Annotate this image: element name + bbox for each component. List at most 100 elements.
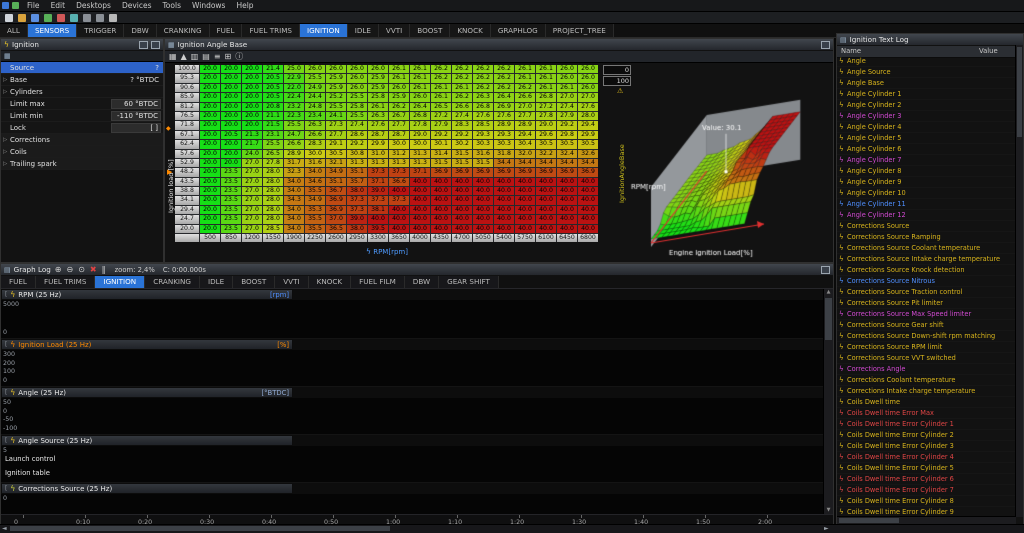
float-panel-button[interactable] (821, 41, 830, 49)
log-row-coils-dwell-time-error-cylinder-1[interactable]: ϟCoils Dwell time Error Cylinder 1 (837, 419, 1016, 430)
table-cell[interactable]: 30.3 (494, 140, 514, 148)
table-cell[interactable]: 23.2 (284, 103, 304, 111)
table-cell[interactable]: 27.2 (431, 112, 451, 120)
table-cell[interactable]: 29.1 (326, 140, 346, 148)
table-cell[interactable]: 22.0 (284, 84, 304, 92)
table-cell[interactable]: 40.0 (431, 178, 451, 186)
table-cell[interactable]: 26.0 (578, 74, 598, 82)
table-cell[interactable]: 26.2 (452, 93, 472, 101)
menu-help[interactable]: Help (231, 1, 258, 10)
table-cell[interactable]: 36.9 (431, 168, 451, 176)
table-cell[interactable]: 26.8 (536, 93, 556, 101)
table-cell[interactable]: 20.0 (200, 131, 220, 139)
table-cell[interactable]: 27.7 (326, 131, 346, 139)
param-row-base[interactable]: ▷Base? °BTDC (1, 74, 163, 86)
table-cell[interactable]: 28.0 (263, 215, 283, 223)
col-header-rpm[interactable]: 3300 (368, 234, 388, 242)
scroll-thumb[interactable] (839, 518, 899, 523)
expand-arrow-icon[interactable]: ▷ (3, 89, 10, 95)
table-cell[interactable]: 35.1 (326, 178, 346, 186)
table-cell[interactable]: 40.0 (578, 196, 598, 204)
log-row-corrections-source-nitrous[interactable]: ϟCorrections Source Nitrous (837, 276, 1016, 287)
table-cell[interactable]: 26.1 (389, 74, 409, 82)
table-cell[interactable]: 26.1 (536, 84, 556, 92)
col-header-rpm[interactable]: 3650 (389, 234, 409, 242)
table-cell[interactable]: 26.2 (431, 74, 451, 82)
info-icon[interactable]: ⓘ (235, 51, 243, 62)
param-value[interactable]: 60 °BTDC (111, 99, 161, 109)
table-cell[interactable]: 29.4 (515, 131, 535, 139)
table-cell[interactable]: 26.0 (368, 65, 388, 73)
log-row-angle-cylinder-7[interactable]: ϟAngle Cylinder 7 (837, 155, 1016, 166)
name-column-header[interactable]: Name (841, 47, 861, 55)
table-cell[interactable]: 40.0 (452, 178, 472, 186)
table-cell[interactable]: 28.0 (263, 168, 283, 176)
scale-min-box[interactable]: 0 (603, 65, 631, 75)
table-cell[interactable]: 30.4 (515, 140, 535, 148)
table-cell[interactable]: 27.6 (368, 121, 388, 129)
save-project-icon[interactable] (31, 14, 39, 22)
menu-windows[interactable]: Windows (187, 1, 230, 10)
desktop-next-icon[interactable] (96, 14, 104, 22)
table-cell[interactable]: 20.0 (200, 112, 220, 120)
table-cell[interactable]: 40.0 (431, 225, 451, 233)
log-row-coils-dwell-time-error-cylinder-2[interactable]: ϟCoils Dwell time Error Cylinder 2 (837, 430, 1016, 441)
table-cell[interactable]: 37.3 (389, 168, 409, 176)
table-cell[interactable]: 40.0 (410, 225, 430, 233)
settings-icon[interactable] (109, 14, 117, 22)
table-cell[interactable]: 20.0 (200, 93, 220, 101)
table-cell[interactable]: 37.3 (347, 206, 367, 214)
table-cell[interactable]: 40.0 (515, 196, 535, 204)
table-cell[interactable]: 40.0 (431, 215, 451, 223)
table-cell[interactable]: 29.9 (368, 140, 388, 148)
table-cell[interactable]: 24.0 (242, 150, 262, 158)
table-cell[interactable]: 32.6 (578, 150, 598, 158)
table-cell[interactable]: 23.5 (221, 215, 241, 223)
table-cell[interactable]: 37.3 (389, 196, 409, 204)
table-cell[interactable]: 40.0 (557, 225, 577, 233)
table-cell[interactable]: 20.0 (242, 65, 262, 73)
row-header-load[interactable]: 24.7 (175, 215, 199, 223)
table-cell[interactable]: 25.9 (389, 93, 409, 101)
chart-3d-icon[interactable]: ▲ (181, 52, 187, 61)
table-cell[interactable]: 30.5 (578, 140, 598, 148)
col-header-rpm[interactable]: 2950 (347, 234, 367, 242)
zoom-fit-icon[interactable]: ⊙ (77, 265, 86, 274)
table-cell[interactable]: 27.8 (536, 112, 556, 120)
table-cell[interactable]: 26.1 (515, 65, 535, 73)
table-cell[interactable]: 40.0 (536, 206, 556, 214)
table-cell[interactable]: 37.3 (347, 196, 367, 204)
table-cell[interactable]: 40.0 (473, 206, 493, 214)
graph-tab-boost[interactable]: BOOST (233, 276, 275, 288)
table-cell[interactable]: 34.4 (578, 159, 598, 167)
table-cell[interactable]: 26.0 (326, 65, 346, 73)
main-tab-all[interactable]: ALL (0, 24, 28, 37)
expand-arrow-icon[interactable]: ▷ (3, 161, 10, 167)
table-cell[interactable]: 20.5 (263, 74, 283, 82)
table-cell[interactable]: 20.0 (200, 187, 220, 195)
table-cell[interactable]: 25.0 (284, 65, 304, 73)
desktop-prev-icon[interactable] (83, 14, 91, 22)
table-cell[interactable]: 26.6 (452, 103, 472, 111)
table-cell[interactable]: 31.8 (494, 150, 514, 158)
row-header-load[interactable]: 95.3 (175, 74, 199, 82)
equalize-icon[interactable]: ≡ (214, 52, 221, 61)
table-cell[interactable]: 40.0 (536, 225, 556, 233)
table-cell[interactable]: 30.1 (431, 140, 451, 148)
table-cell[interactable]: 34.4 (536, 159, 556, 167)
table-cell[interactable]: 36.9 (515, 168, 535, 176)
table-cell[interactable]: 20.0 (221, 121, 241, 129)
table-cell[interactable]: 20.0 (200, 140, 220, 148)
table-cell[interactable]: 27.4 (452, 112, 472, 120)
table-cell[interactable]: 20.0 (200, 121, 220, 129)
graph-tab-gear-shift[interactable]: GEAR SHIFT (439, 276, 499, 288)
graph-tab-fuel[interactable]: FUEL (1, 276, 36, 288)
log-row-angle-cylinder-6[interactable]: ϟAngle Cylinder 6 (837, 144, 1016, 155)
table-cell[interactable]: 26.1 (410, 65, 430, 73)
table-cell[interactable]: 40.0 (389, 187, 409, 195)
table-cell[interactable]: 36.9 (536, 168, 556, 176)
table-cell[interactable]: 28.0 (263, 196, 283, 204)
table-cell[interactable]: 26.2 (515, 84, 535, 92)
log-row-coils-dwell-time-error-cylinder-4[interactable]: ϟCoils Dwell time Error Cylinder 4 (837, 452, 1016, 463)
table-cell[interactable]: 26.1 (515, 74, 535, 82)
